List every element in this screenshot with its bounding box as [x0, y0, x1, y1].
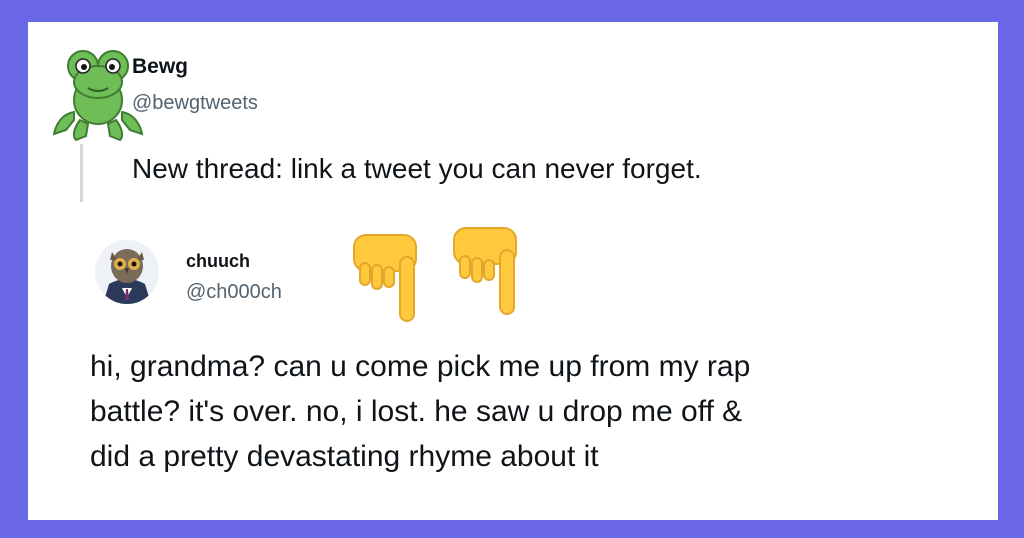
meme-card: Bewg @bewgtweets New thread: link a twee… [28, 22, 998, 520]
reply-text-line: did a pretty devastating rhyme about it [90, 440, 599, 473]
thread-text: New thread: link a tweet you can never f… [132, 153, 702, 184]
pointing-down-hand-icon [353, 234, 417, 322]
thread-author-handle[interactable]: @bewgtweets [132, 92, 258, 115]
reply-author-name[interactable]: chuuch [186, 251, 250, 272]
reply-author-handle[interactable]: @ch000ch [186, 281, 282, 304]
owl-avatar-icon [95, 240, 159, 304]
reply-text-line: battle? it's over. no, i lost. he saw u … [90, 395, 743, 428]
pointing-down-hand-icon [453, 227, 517, 315]
reply-text-line: hi, grandma? can u come pick me up from … [90, 350, 751, 383]
thread-divider [80, 144, 83, 202]
thread-author-name[interactable]: Bewg [132, 55, 188, 79]
reply-text: hi, grandma? can u come pick me up from … [90, 344, 950, 479]
